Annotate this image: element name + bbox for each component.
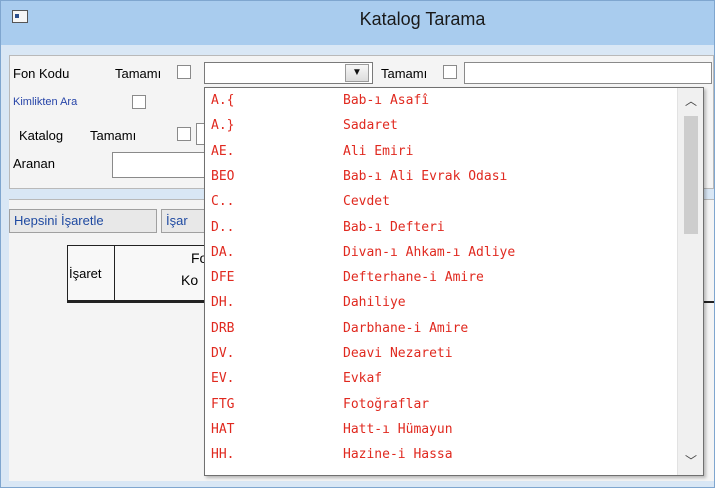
select-all-button[interactable]: Hepsini İşaretle — [9, 209, 157, 233]
dropdown-item-code: C.. — [211, 194, 235, 210]
dropdown-item-name: Hatt-ı Hümayun — [343, 421, 453, 437]
dropdown-item-name: Cevdet — [343, 194, 390, 210]
fon-kodu-tamami-label: Tamamı — [115, 66, 162, 81]
dropdown-item-name: Bab-ı Ali Evrak Odası — [343, 168, 508, 184]
dropdown-item[interactable]: DFE Defterhane-i Amire — [205, 265, 675, 290]
dropdown-item[interactable]: A.} Sadaret — [205, 113, 675, 138]
dropdown-item[interactable]: EV. Evkaf — [205, 366, 675, 391]
katalog-tamami-label: Tamamı — [90, 128, 137, 143]
dropdown-item-code: DFE — [211, 270, 235, 286]
dropdown-item-code: DRB — [211, 320, 235, 336]
dropdown-item-name: Darbhane-i Amire — [343, 320, 469, 336]
dropdown-item-name: Bab-ı Asafî — [343, 93, 430, 108]
dropdown-item[interactable]: BEO Bab-ı Ali Evrak Odası — [205, 164, 675, 189]
dropdown-item-name: Sadaret — [343, 118, 398, 134]
katalog-tarama-window: Katalog Tarama Fon Kodu Tamamı ▼ Tamamı … — [0, 0, 715, 488]
dropdown-item[interactable]: AE. Ali Emiri — [205, 139, 675, 164]
dropdown-item-code: EV. — [211, 371, 235, 387]
dropdown-item[interactable]: A.{ Bab-ı Asafî — [205, 88, 675, 113]
fon-column-label-bottom: Ko — [181, 272, 199, 288]
dropdown-scrollbar[interactable]: ︿ ﹀ — [677, 88, 703, 475]
dropdown-item-name: Divan-ı Ahkam-ı Adliye — [343, 244, 516, 260]
dropdown-item-name: Deavi Nezareti — [343, 346, 453, 361]
chevron-down-icon[interactable]: ▼ — [345, 64, 369, 82]
aranan-input[interactable] — [112, 152, 208, 178]
dropdown-item-code: BEO — [211, 168, 235, 184]
fon-kodu-column-header[interactable]: Fo Ko — [114, 245, 207, 301]
dropdown-item-name: Bab-ı Defteri — [343, 219, 445, 235]
fon-kodu-label: Fon Kodu — [13, 66, 70, 81]
dropdown-item[interactable]: D.. Bab-ı Defteri — [205, 215, 675, 240]
title-bar[interactable]: Katalog Tarama — [1, 1, 714, 45]
dropdown-item-name: Defterhane-i Amire — [343, 270, 484, 286]
kimlikten-ara-checkbox[interactable] — [132, 95, 146, 109]
scrollbar-thumb[interactable] — [684, 116, 698, 234]
isaret-column-label: İşaret — [69, 266, 102, 281]
dropdown-item-code: AE. — [211, 143, 235, 159]
katalog-tamami-checkbox[interactable] — [177, 127, 191, 141]
second-field-input[interactable] — [464, 62, 712, 84]
window-title: Katalog Tarama — [359, 9, 486, 29]
dropdown-item-code: A.} — [211, 118, 235, 134]
chevron-up-icon[interactable]: ︿ — [678, 90, 703, 112]
dropdown-item[interactable]: DA. Divan-ı Ahkam-ı Adliye — [205, 240, 675, 265]
dropdown-item-code: D.. — [211, 219, 235, 235]
dropdown-item-name: Ali Emiri — [343, 143, 414, 159]
dropdown-item-code: A.{ — [211, 93, 235, 108]
dropdown-item-code: HH. — [211, 447, 235, 463]
dropdown-item-name: Dahiliye — [343, 295, 406, 311]
fon-kodu-tamami-checkbox[interactable] — [177, 65, 191, 79]
dropdown-item-name: Hazine-i Hassa — [343, 447, 453, 463]
dropdown-item-name: Fotoğraflar — [343, 396, 430, 412]
dropdown-item[interactable]: FTG Fotoğraflar — [205, 392, 675, 417]
fon-kodu-dropdown-list[interactable]: A.{Bab-ı Asafî A.} Sadaret AE. Ali Emiri BEO B… — [204, 87, 704, 476]
dropdown-item[interactable]: C.. Cevdet — [205, 189, 675, 214]
chevron-down-icon[interactable]: ﹀ — [678, 450, 703, 472]
isaret-column-header[interactable]: İşaret — [67, 245, 115, 301]
second-tamami-label: Tamamı — [381, 66, 428, 81]
dropdown-item-code: HAT — [211, 421, 235, 437]
dropdown-item-code: DH. — [211, 295, 235, 311]
dropdown-item[interactable]: DV. Deavi Nezareti — [205, 341, 675, 366]
second-tamami-checkbox[interactable] — [443, 65, 457, 79]
dropdown-item[interactable]: DH. Dahiliye — [205, 290, 675, 315]
dropdown-item-code: DV. — [211, 346, 235, 361]
aranan-label: Aranan — [13, 156, 55, 171]
dropdown-item[interactable]: HAT Hatt-ı Hümayun — [205, 417, 675, 442]
dropdown-item-name: Evkaf — [343, 371, 383, 387]
dropdown-item-code: DA. — [211, 244, 235, 260]
dropdown-item[interactable]: DRB Darbhane-i Amire — [205, 316, 675, 341]
dropdown-item-code: FTG — [211, 396, 235, 412]
mark-button[interactable]: İşar — [161, 209, 205, 233]
dropdown-item[interactable]: HH. Hazine-i Hassa — [205, 442, 675, 467]
kimlikten-ara-label: Kimlikten Ara — [13, 96, 78, 108]
katalog-label: Katalog — [19, 128, 64, 143]
